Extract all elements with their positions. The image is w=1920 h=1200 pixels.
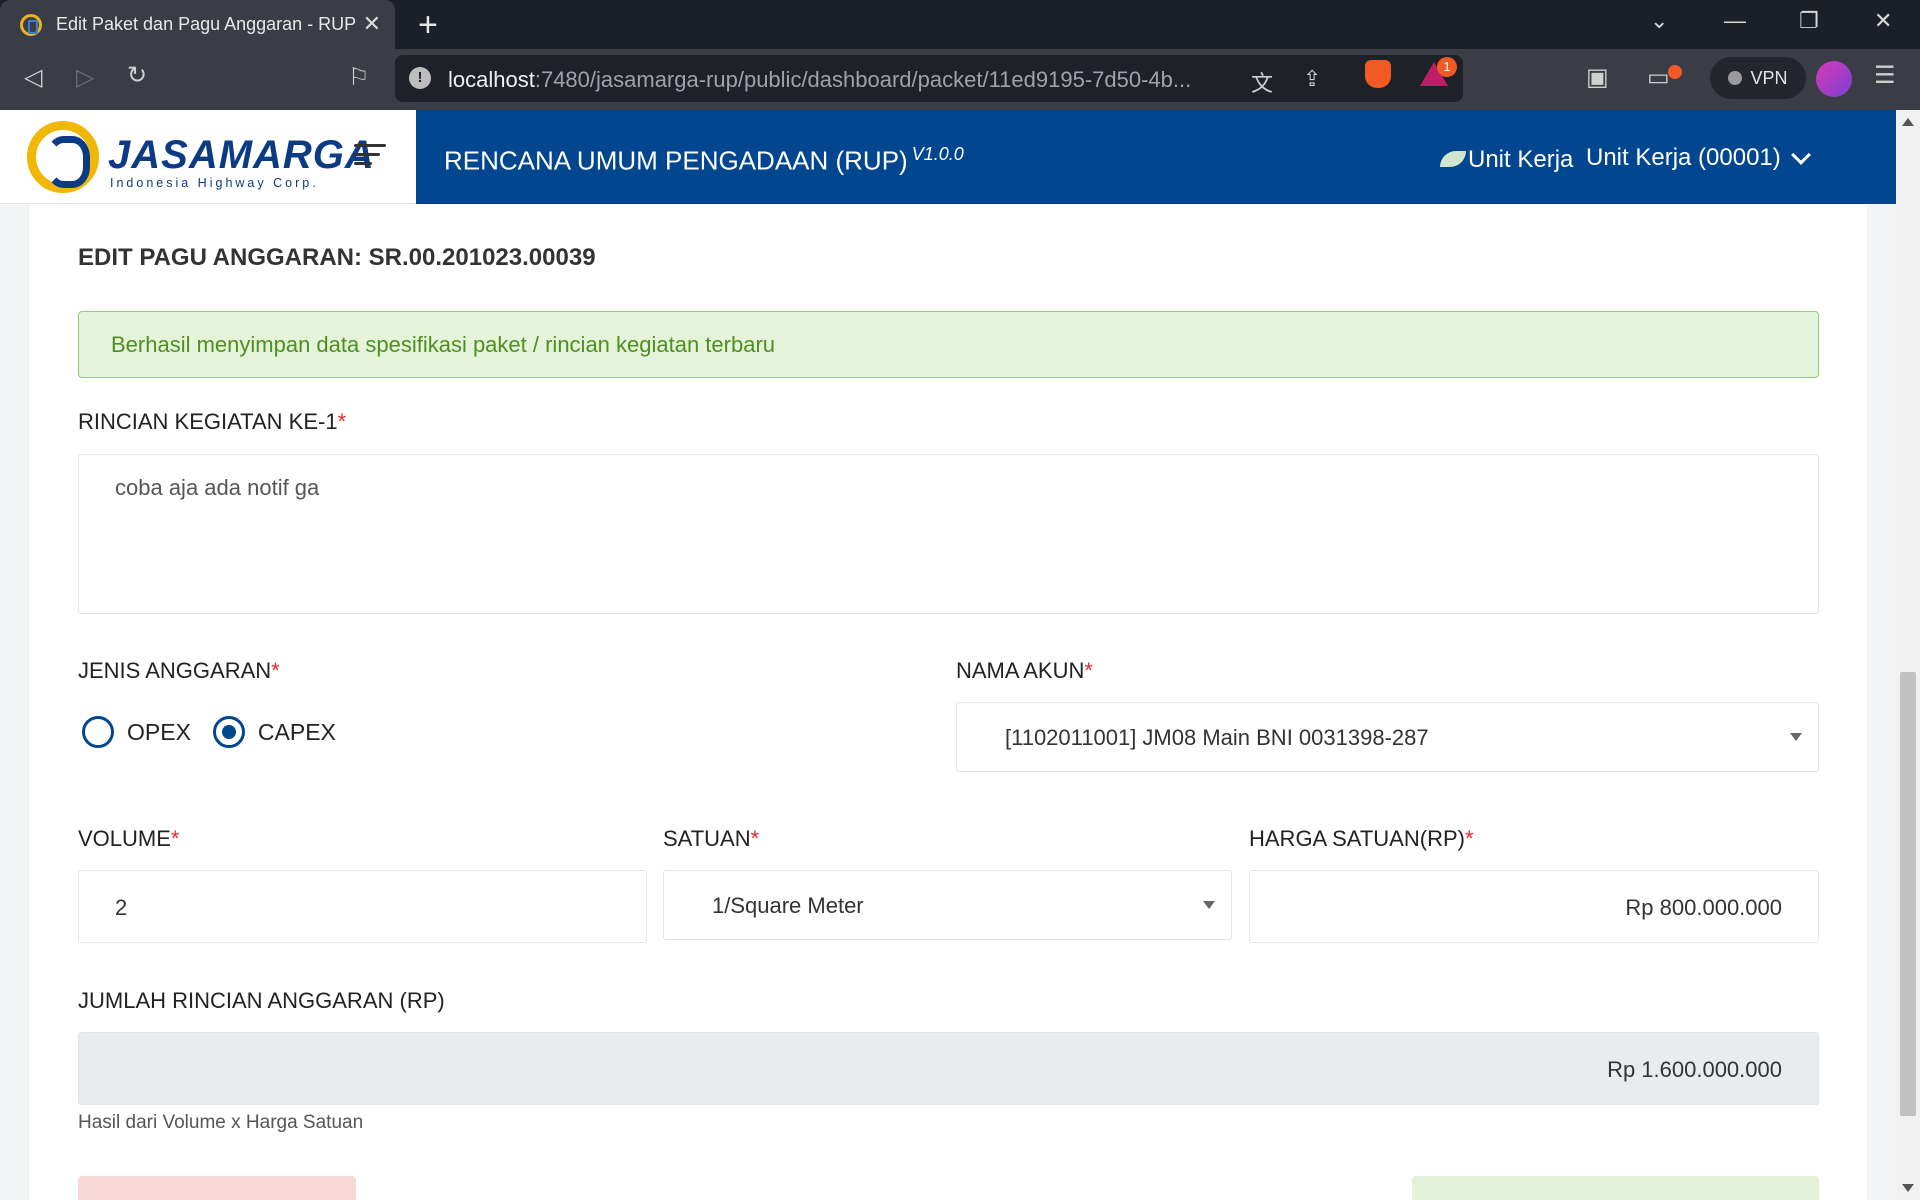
volume-input[interactable]: 2: [78, 870, 647, 943]
nama-akun-label-text: NAMA AKUN: [956, 658, 1085, 683]
volume-label-text: VOLUME: [78, 826, 171, 851]
vpn-label: VPN: [1750, 67, 1788, 88]
sidebar-toggle-icon[interactable]: ▣: [1586, 63, 1609, 92]
sidebar-toggle-hamburger-icon[interactable]: [354, 144, 386, 171]
save-button[interactable]: [1412, 1176, 1819, 1200]
nama-akun-label: NAMA AKUN*: [956, 658, 1093, 684]
wallet-icon[interactable]: ▭: [1647, 63, 1670, 92]
nama-akun-value: [1102011001] JM08 Main BNI 0031398-287: [1005, 725, 1429, 750]
radio-capex[interactable]: [212, 716, 245, 748]
jumlah-rincian-output: Rp 1.600.000.000: [78, 1032, 1819, 1105]
page-title-code: SR.00.201023.00039: [368, 244, 596, 271]
rincian-textarea[interactable]: coba aja ada notif ga: [78, 454, 1819, 614]
radio-opex-label[interactable]: OPEX: [127, 719, 191, 746]
site-favicon-icon: [20, 13, 42, 36]
required-mark: *: [170, 826, 180, 851]
volume-label: VOLUME*: [78, 826, 179, 852]
scroll-down-icon[interactable]: [1902, 1184, 1914, 1192]
site-info-icon[interactable]: !: [409, 67, 431, 89]
leaf-icon: [1440, 151, 1466, 167]
rincian-label-text: RINCIAN KEGIATAN KE-1: [78, 409, 338, 434]
restore-icon[interactable]: ❐: [1799, 8, 1819, 34]
jumlah-helper-text: Hasil dari Volume x Harga Satuan: [78, 1112, 364, 1133]
app-version: V1.0.0: [911, 144, 964, 164]
browser-tab-active[interactable]: Edit Paket dan Pagu Anggaran - RUP ✕: [0, 0, 395, 49]
jumlah-rincian-label: JUMLAH RINCIAN ANGGARAN (RP): [78, 988, 445, 1013]
unit-kerja-label-text: Unit Kerja: [1468, 146, 1574, 173]
jenis-anggaran-label-text: JENIS ANGGARAN: [78, 658, 272, 683]
unit-kerja-label: Unit Kerja: [1440, 146, 1573, 174]
menu-icon[interactable]: ☰: [1874, 61, 1896, 90]
satuan-value: 1/Square Meter: [712, 893, 864, 918]
minimize-icon[interactable]: —: [1724, 8, 1746, 34]
required-mark: *: [1084, 658, 1093, 683]
page-title-label: EDIT PAGU ANGGARAN:: [78, 244, 362, 271]
radio-opex[interactable]: [82, 716, 114, 748]
reload-icon[interactable]: ↻: [127, 61, 147, 90]
scroll-up-icon[interactable]: [1902, 118, 1914, 126]
required-mark: *: [271, 658, 280, 683]
vpn-status-icon: [1728, 71, 1743, 85]
app-title: RENCANA UMUM PENGADAAN (RUP) V1.0.0: [444, 144, 964, 177]
edit-pagu-card: EDIT PAGU ANGGARAN: SR.00.201023.00039 B…: [29, 204, 1867, 1200]
share-icon[interactable]: ⇪: [1303, 66, 1321, 92]
required-mark: *: [337, 409, 347, 434]
browser-toolbar: ◁ ▷ ↻ ⚐ ! localhost:7480/jasamarga-rup/p…: [0, 49, 1920, 110]
tab-list-chevron-icon[interactable]: ⌄: [1650, 8, 1668, 34]
nama-akun-select[interactable]: [1102011001] JM08 Main BNI 0031398-287: [956, 702, 1819, 772]
translate-icon[interactable]: 文: [1251, 66, 1273, 98]
close-window-icon[interactable]: ✕: [1874, 8, 1892, 34]
logo-text: JASAMARGA: [108, 133, 375, 177]
jenis-anggaran-label: JENIS ANGGARAN*: [78, 658, 280, 684]
page-scrollbar[interactable]: [1896, 110, 1920, 1200]
rewards-badge: 1: [1437, 57, 1457, 77]
bookmark-icon[interactable]: ⚐: [348, 63, 370, 92]
logo-subtitle: Indonesia Highway Corp.: [110, 176, 319, 190]
app-header: JASAMARGA Indonesia Highway Corp. RENCAN…: [0, 110, 1896, 204]
cancel-button[interactable]: [78, 1176, 356, 1200]
url-text[interactable]: localhost:7480/jasamarga-rup/public/dash…: [448, 67, 1191, 93]
forward-icon[interactable]: ▷: [76, 63, 94, 92]
satuan-select[interactable]: 1/Square Meter: [663, 870, 1232, 940]
success-alert: Berhasil menyimpan data spesifikasi pake…: [78, 311, 1819, 378]
profile-avatar[interactable]: [1816, 61, 1852, 97]
harga-satuan-label-text: HARGA SATUAN(RP): [1249, 826, 1465, 851]
rincian-label: RINCIAN KEGIATAN KE-1*: [78, 409, 346, 435]
tab-close-icon[interactable]: ✕: [363, 11, 381, 37]
unit-kerja-select[interactable]: Unit Kerja (00001): [1586, 144, 1781, 172]
logo-area: JASAMARGA Indonesia Highway Corp.: [0, 110, 416, 204]
new-tab-icon[interactable]: +: [418, 6, 438, 45]
address-bar[interactable]: ! localhost:7480/jasamarga-rup/public/da…: [395, 55, 1463, 102]
tab-title: Edit Paket dan Pagu Anggaran - RUP: [56, 14, 356, 34]
caret-down-icon: [1203, 901, 1215, 909]
satuan-label-text: SATUAN: [663, 826, 751, 851]
brave-shields-icon[interactable]: [1365, 60, 1391, 88]
vpn-button[interactable]: VPN: [1710, 57, 1806, 99]
radio-capex-label[interactable]: CAPEX: [258, 719, 336, 746]
url-host: localhost: [448, 67, 535, 92]
chevron-down-icon[interactable]: [1791, 145, 1811, 165]
required-mark: *: [1464, 826, 1474, 851]
url-path: :7480/jasamarga-rup/public/dashboard/pac…: [534, 67, 1192, 92]
satuan-label: SATUAN*: [663, 826, 759, 852]
app-title-text: RENCANA UMUM PENGADAAN (RUP): [444, 145, 908, 176]
browser-tabbar: Edit Paket dan Pagu Anggaran - RUP ✕ + ⌄…: [0, 0, 1920, 49]
caret-down-icon: [1790, 733, 1802, 741]
jenis-anggaran-radio-group: OPEX CAPEX: [82, 716, 358, 748]
back-icon[interactable]: ◁: [24, 63, 42, 92]
harga-satuan-label: HARGA SATUAN(RP)*: [1249, 826, 1474, 852]
scroll-thumb[interactable]: [1900, 672, 1916, 1116]
jasamarga-logo-icon: [27, 121, 99, 193]
harga-satuan-input[interactable]: Rp 800.000.000: [1249, 870, 1819, 943]
wallet-notification-dot: [1668, 65, 1682, 79]
required-mark: *: [750, 826, 760, 851]
page-title: EDIT PAGU ANGGARAN: SR.00.201023.00039: [78, 244, 596, 272]
